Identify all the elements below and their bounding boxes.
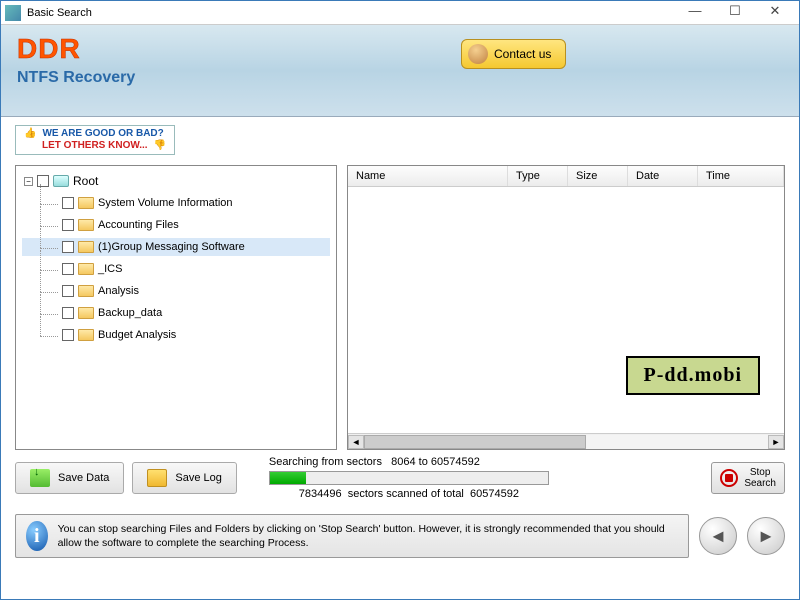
tree-item-label: Backup_data [98,307,162,319]
stop-search-label: StopSearch [744,467,776,489]
tree-item-label: Budget Analysis [98,329,176,341]
scroll-thumb[interactable] [364,435,586,449]
tree-root-label: Root [73,174,98,188]
scroll-track[interactable] [364,435,768,449]
checkbox[interactable] [62,197,74,209]
folder-tree[interactable]: − Root System Volume Information Accounti… [15,165,337,450]
horizontal-scrollbar[interactable]: ◄ ► [348,433,784,449]
checkbox[interactable] [62,241,74,253]
tree-item[interactable]: (1)Group Messaging Software [22,238,330,256]
checkbox[interactable] [37,175,49,187]
contact-avatar-icon [468,44,488,64]
save-log-label: Save Log [175,472,221,484]
tree-item[interactable]: System Volume Information [22,194,330,212]
save-data-button[interactable]: Save Data [15,462,124,494]
tree-item-label: Accounting Files [98,219,179,231]
file-list-panel: Name Type Size Date Time P-dd.mobi ◄ ► [347,165,785,450]
tree-item[interactable]: _ICS [22,260,330,278]
progress-mid: sectors scanned of total [348,488,464,500]
info-message-box: i You can stop searching Files and Folde… [15,514,689,558]
checkbox[interactable] [62,285,74,297]
stop-icon [720,469,738,487]
checkbox[interactable] [62,329,74,341]
folder-icon [78,241,94,253]
checkbox[interactable] [62,263,74,275]
watermark-label: P-dd.mobi [626,356,760,395]
titlebar: Basic Search — ☐ ✕ [1,1,799,25]
next-button[interactable]: ► [747,517,785,555]
progress-bar [269,471,549,485]
progress-range: 8064 to 60574592 [391,456,480,468]
scroll-right-icon[interactable]: ► [768,435,784,449]
progress-scanned: 7834496 [299,488,342,500]
save-data-icon [30,469,50,487]
contact-us-button[interactable]: Contact us [461,39,566,69]
folder-icon [78,263,94,275]
col-name[interactable]: Name [348,166,508,186]
contact-us-label: Contact us [494,47,551,61]
drive-icon [53,175,69,187]
progress-fill [270,472,306,484]
stop-search-button[interactable]: StopSearch [711,462,785,494]
tree-item-label: Analysis [98,285,139,297]
tree-item-label: _ICS [98,263,122,275]
window-title: Basic Search [27,7,675,19]
save-log-button[interactable]: Save Log [132,462,236,494]
tree-item-label: System Volume Information [98,197,233,209]
app-icon [5,5,21,21]
tree-item[interactable]: Backup_data [22,304,330,322]
feedback-line2: LET OTHERS KNOW... [42,140,148,151]
folder-icon [78,197,94,209]
scroll-left-icon[interactable]: ◄ [348,435,364,449]
tree-root-node[interactable]: − Root [22,172,330,190]
save-log-icon [147,469,167,487]
prev-button[interactable]: ◄ [699,517,737,555]
tree-item[interactable]: Budget Analysis [22,326,330,344]
header-banner: DDR NTFS Recovery Contact us [1,25,799,117]
save-data-label: Save Data [58,472,109,484]
tree-item-label: (1)Group Messaging Software [98,241,245,253]
list-header: Name Type Size Date Time [348,166,784,187]
progress-area: Searching from sectors 8064 to 60574592 … [245,456,703,500]
info-text: You can stop searching Files and Folders… [58,522,678,550]
checkbox[interactable] [62,219,74,231]
col-size[interactable]: Size [568,166,628,186]
collapse-icon[interactable]: − [24,177,33,186]
col-time[interactable]: Time [698,166,784,186]
tree-item[interactable]: Analysis [22,282,330,300]
list-body: P-dd.mobi [348,187,784,433]
info-icon: i [26,521,48,551]
close-button[interactable]: ✕ [755,3,795,23]
feedback-link[interactable]: 👍 WE ARE GOOD OR BAD? LET OTHERS KNOW...… [15,125,175,155]
progress-total: 60574592 [470,488,519,500]
progress-label: Searching from sectors [269,456,382,468]
maximize-button[interactable]: ☐ [715,3,755,23]
checkbox[interactable] [62,307,74,319]
folder-icon [78,307,94,319]
folder-icon [78,219,94,231]
feedback-line1: WE ARE GOOD OR BAD? [42,128,163,139]
minimize-button[interactable]: — [675,3,715,23]
folder-icon [78,285,94,297]
logo-text: DDR [17,33,783,65]
tree-item[interactable]: Accounting Files [22,216,330,234]
folder-icon [78,329,94,341]
col-date[interactable]: Date [628,166,698,186]
col-type[interactable]: Type [508,166,568,186]
app-subtitle: NTFS Recovery [17,69,783,87]
